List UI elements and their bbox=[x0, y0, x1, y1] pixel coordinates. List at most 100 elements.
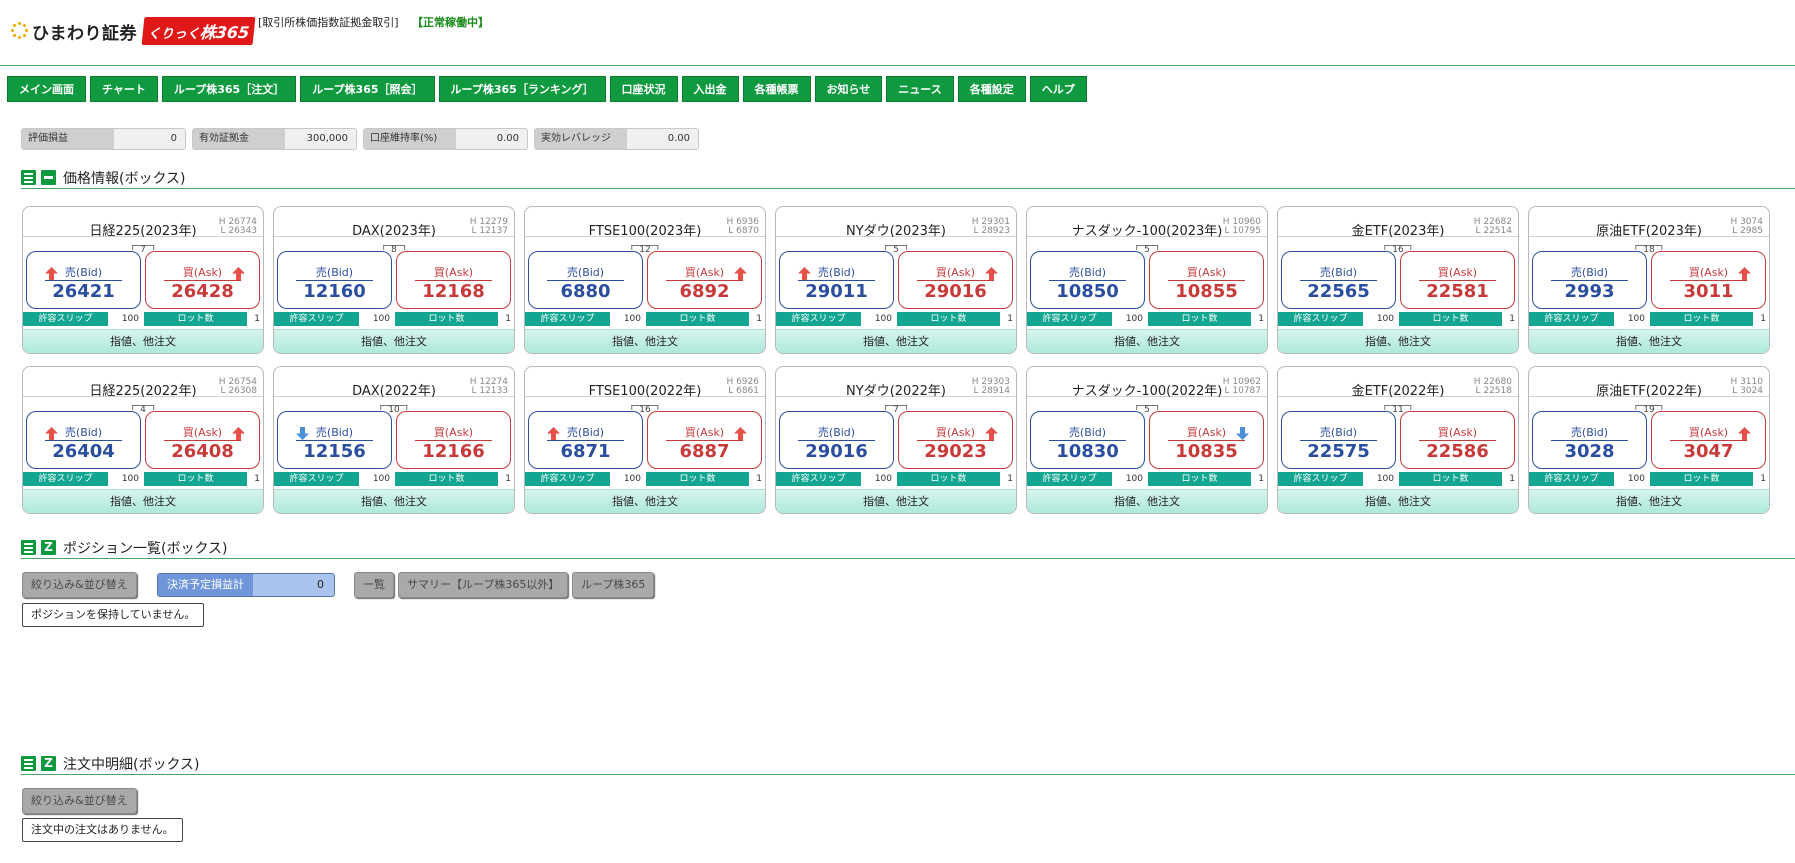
price-card: 金ETF(2022年) H 22680 L 22518 11 売(Bid) 22575 買(… bbox=[1277, 366, 1519, 514]
lot-label: ロット数 bbox=[646, 312, 749, 326]
nav-loop-order[interactable]: ループ株365［注文］ bbox=[161, 76, 297, 102]
ask-button[interactable]: 買(Ask) 10835 bbox=[1149, 411, 1264, 469]
lot-value[interactable]: 1 bbox=[1753, 472, 1769, 486]
bid-button[interactable]: 売(Bid) 10850 bbox=[1030, 251, 1145, 309]
ask-button[interactable]: 買(Ask) 22581 bbox=[1400, 251, 1515, 309]
ask-button[interactable]: 買(Ask) 26408 bbox=[145, 411, 260, 469]
slip-value[interactable]: 100 bbox=[610, 312, 644, 326]
limit-order-button[interactable]: 指値、他注文 bbox=[1027, 329, 1267, 353]
slip-value[interactable]: 100 bbox=[1363, 312, 1397, 326]
tab-list[interactable]: 一覧 bbox=[354, 572, 394, 598]
limit-order-button[interactable]: 指値、他注文 bbox=[776, 489, 1016, 513]
slip-value[interactable]: 100 bbox=[1112, 312, 1146, 326]
limit-order-button[interactable]: 指値、他注文 bbox=[274, 329, 514, 353]
bid-button[interactable]: 売(Bid) 2993 bbox=[1532, 251, 1647, 309]
nav-chart[interactable]: チャート bbox=[90, 76, 158, 102]
limit-order-button[interactable]: 指値、他注文 bbox=[274, 489, 514, 513]
lot-value[interactable]: 1 bbox=[247, 312, 263, 326]
lot-value[interactable]: 1 bbox=[1000, 312, 1016, 326]
lot-value[interactable]: 1 bbox=[1502, 472, 1518, 486]
lot-value[interactable]: 1 bbox=[1251, 472, 1267, 486]
slip-value[interactable]: 100 bbox=[1112, 472, 1146, 486]
ask-button[interactable]: 買(Ask) 29016 bbox=[898, 251, 1013, 309]
positions-filter-button[interactable]: 絞り込み&並び替え bbox=[22, 572, 137, 598]
slip-label: 許容スリップ bbox=[274, 312, 359, 326]
nav-reports[interactable]: 各種帳票 bbox=[742, 76, 811, 102]
ask-button[interactable]: 買(Ask) 3047 bbox=[1651, 411, 1766, 469]
ask-button[interactable]: 買(Ask) 22586 bbox=[1400, 411, 1515, 469]
bid-button[interactable]: 売(Bid) 6880 bbox=[528, 251, 643, 309]
lot-value[interactable]: 1 bbox=[1753, 312, 1769, 326]
slip-value[interactable]: 100 bbox=[1363, 472, 1397, 486]
slip-value[interactable]: 100 bbox=[861, 312, 895, 326]
collapse-icon[interactable] bbox=[41, 170, 56, 185]
slip-value[interactable]: 100 bbox=[108, 312, 142, 326]
lot-value[interactable]: 1 bbox=[247, 472, 263, 486]
orders-filter-button[interactable]: 絞り込み&並び替え bbox=[22, 788, 137, 814]
z-icon[interactable]: Z bbox=[41, 756, 56, 771]
nav-notices[interactable]: お知らせ bbox=[814, 76, 883, 102]
lot-value[interactable]: 1 bbox=[1000, 472, 1016, 486]
nav-help[interactable]: ヘルプ bbox=[1029, 76, 1087, 102]
slip-value[interactable]: 100 bbox=[108, 472, 142, 486]
bid-button[interactable]: 売(Bid) 6871 bbox=[528, 411, 643, 469]
list-icon[interactable] bbox=[21, 540, 36, 555]
high-low: H 3110 L 3024 bbox=[1730, 377, 1763, 396]
list-icon[interactable] bbox=[21, 756, 36, 771]
bid-price: 3028 bbox=[1564, 441, 1615, 462]
limit-order-button[interactable]: 指値、他注文 bbox=[1529, 489, 1769, 513]
bid-button[interactable]: 売(Bid) 3028 bbox=[1532, 411, 1647, 469]
lot-value[interactable]: 1 bbox=[1251, 312, 1267, 326]
slip-value[interactable]: 100 bbox=[610, 472, 644, 486]
bid-button[interactable]: 売(Bid) 22565 bbox=[1281, 251, 1396, 309]
ask-button[interactable]: 買(Ask) 12166 bbox=[396, 411, 511, 469]
nav-settings[interactable]: 各種設定 bbox=[957, 76, 1026, 102]
limit-order-button[interactable]: 指値、他注文 bbox=[776, 329, 1016, 353]
list-icon[interactable] bbox=[21, 170, 36, 185]
limit-order-button[interactable]: 指値、他注文 bbox=[1278, 329, 1518, 353]
lot-value[interactable]: 1 bbox=[498, 472, 514, 486]
slip-value[interactable]: 100 bbox=[359, 472, 393, 486]
ask-button[interactable]: 買(Ask) 12168 bbox=[396, 251, 511, 309]
limit-order-button[interactable]: 指値、他注文 bbox=[1027, 489, 1267, 513]
limit-order-button[interactable]: 指値、他注文 bbox=[23, 329, 263, 353]
ask-button[interactable]: 買(Ask) 10855 bbox=[1149, 251, 1264, 309]
nav-news[interactable]: ニュース bbox=[886, 76, 954, 102]
lot-value[interactable]: 1 bbox=[749, 472, 765, 486]
nav-account-status[interactable]: 口座状況 bbox=[609, 76, 678, 102]
bid-button[interactable]: 売(Bid) 26404 bbox=[26, 411, 141, 469]
limit-order-button[interactable]: 指値、他注文 bbox=[1529, 329, 1769, 353]
slip-value[interactable]: 100 bbox=[1614, 312, 1648, 326]
slip-value[interactable]: 100 bbox=[359, 312, 393, 326]
card-header: 日経225(2022年) H 26754 L 26308 bbox=[23, 367, 263, 399]
slip-value[interactable]: 100 bbox=[861, 472, 895, 486]
bid-button[interactable]: 売(Bid) 29016 bbox=[779, 411, 894, 469]
limit-order-button[interactable]: 指値、他注文 bbox=[525, 489, 765, 513]
nav-loop-ranking[interactable]: ループ株365［ランキング］ bbox=[438, 76, 606, 102]
ask-button[interactable]: 買(Ask) 6892 bbox=[647, 251, 762, 309]
limit-order-button[interactable]: 指値、他注文 bbox=[23, 489, 263, 513]
nav-deposit-withdrawal[interactable]: 入出金 bbox=[681, 76, 739, 102]
ask-button[interactable]: 買(Ask) 6887 bbox=[647, 411, 762, 469]
bid-button[interactable]: 売(Bid) 29011 bbox=[779, 251, 894, 309]
slip-value[interactable]: 100 bbox=[1614, 472, 1648, 486]
z-icon[interactable]: Z bbox=[41, 540, 56, 555]
lot-value[interactable]: 1 bbox=[1502, 312, 1518, 326]
ask-button[interactable]: 買(Ask) 26428 bbox=[145, 251, 260, 309]
bid-button[interactable]: 売(Bid) 22575 bbox=[1281, 411, 1396, 469]
slip-label: 許容スリップ bbox=[1027, 312, 1112, 326]
nav-loop-inquiry[interactable]: ループ株365［照会］ bbox=[300, 76, 435, 102]
limit-order-button[interactable]: 指値、他注文 bbox=[1278, 489, 1518, 513]
bid-button[interactable]: 売(Bid) 10830 bbox=[1030, 411, 1145, 469]
limit-order-button[interactable]: 指値、他注文 bbox=[525, 329, 765, 353]
ask-button[interactable]: 買(Ask) 3011 bbox=[1651, 251, 1766, 309]
ask-button[interactable]: 買(Ask) 29023 bbox=[898, 411, 1013, 469]
bid-button[interactable]: 売(Bid) 12160 bbox=[277, 251, 392, 309]
lot-value[interactable]: 1 bbox=[498, 312, 514, 326]
bid-button[interactable]: 売(Bid) 26421 bbox=[26, 251, 141, 309]
bid-button[interactable]: 売(Bid) 12156 bbox=[277, 411, 392, 469]
nav-main[interactable]: メイン画面 bbox=[7, 76, 86, 102]
tab-loop[interactable]: ループ株365 bbox=[572, 572, 655, 598]
tab-summary[interactable]: サマリー【ループ株365以外】 bbox=[398, 572, 569, 598]
lot-value[interactable]: 1 bbox=[749, 312, 765, 326]
